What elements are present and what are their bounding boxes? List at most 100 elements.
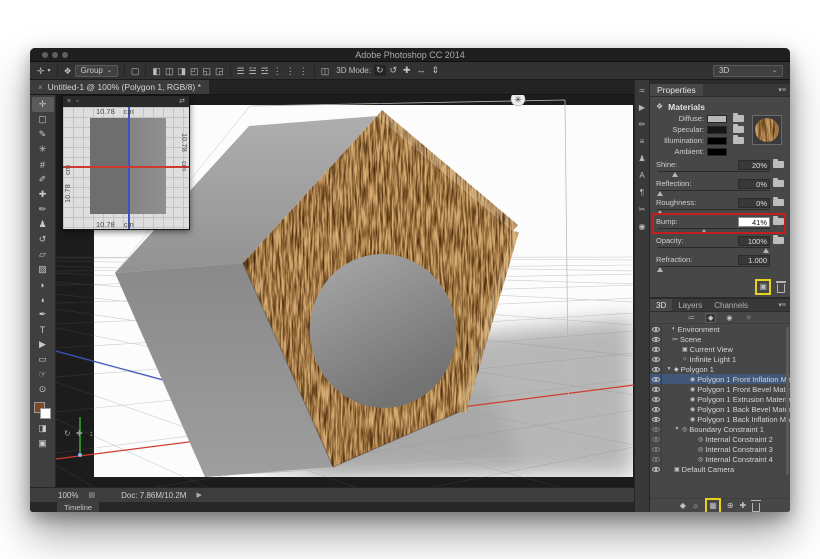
gradient-tool[interactable]: ▧ bbox=[32, 262, 54, 277]
lasso-tool[interactable]: ✎ bbox=[32, 127, 54, 142]
slider-track[interactable] bbox=[658, 228, 770, 234]
eyedropper-tool[interactable]: ✐ bbox=[32, 172, 54, 187]
history-brush-tool[interactable]: ↺ bbox=[32, 232, 54, 247]
visibility-eye-icon[interactable] bbox=[651, 346, 660, 352]
distribute-left-icon[interactable]: ⋮ bbox=[273, 65, 282, 77]
texture-folder-icon[interactable] bbox=[733, 135, 744, 144]
align-middle-icon[interactable]: ◱ bbox=[202, 65, 211, 77]
orbit-camera-icon[interactable]: ↻ bbox=[64, 429, 71, 438]
hand-tool[interactable]: ☞ bbox=[32, 367, 54, 382]
expander-icon[interactable]: ▼ bbox=[674, 426, 680, 432]
filter-meshes-icon[interactable]: ◆ bbox=[705, 312, 717, 323]
color-swatch[interactable] bbox=[707, 125, 727, 134]
layer-row[interactable]: ◉ Polygon 1 Front Bevel Material bbox=[650, 384, 790, 394]
swap-view-icon[interactable]: ⇄ bbox=[179, 96, 185, 107]
visibility-eye-icon[interactable] bbox=[651, 366, 660, 372]
visibility-eye-icon[interactable] bbox=[651, 406, 660, 412]
slider-thumb[interactable] bbox=[671, 172, 678, 177]
texture-folder-icon[interactable] bbox=[773, 235, 784, 244]
slider-value[interactable]: 20% bbox=[738, 159, 770, 170]
slider-thumb[interactable] bbox=[657, 210, 664, 215]
slide-3d-mode-icon[interactable]: ↔ bbox=[415, 65, 428, 76]
expander-icon[interactable]: ▼ bbox=[666, 366, 672, 372]
tab-properties[interactable]: Properties bbox=[650, 84, 703, 96]
layer-row[interactable]: ◉ Polygon 1 Back Inflation Mat... bbox=[650, 414, 790, 424]
delete-icon[interactable] bbox=[751, 499, 762, 512]
zoom-tool[interactable]: ⊙ bbox=[32, 382, 54, 397]
layer-row[interactable]: ☼ Infinite Light 1 bbox=[650, 354, 790, 364]
visibility-eye-icon[interactable] bbox=[651, 416, 660, 422]
drag-3d-mode-icon[interactable]: ✚ bbox=[401, 65, 413, 76]
slider-value[interactable]: 0% bbox=[738, 197, 770, 208]
align-right-icon[interactable]: ◨ bbox=[177, 65, 186, 77]
texture-folder-icon[interactable] bbox=[773, 216, 784, 225]
tab-channels[interactable]: Channels bbox=[708, 299, 754, 311]
path-selection-tool[interactable]: ▶ bbox=[32, 337, 54, 352]
healing-brush-tool[interactable]: ✚ bbox=[32, 187, 54, 202]
layer-row[interactable]: ◉ Polygon 1 Front Infl­ation Ma... bbox=[650, 374, 790, 384]
layer-row[interactable]: ◎ Internal Constraint 2 bbox=[650, 434, 790, 444]
color-swatch[interactable] bbox=[707, 147, 727, 156]
slider-track[interactable] bbox=[657, 266, 770, 272]
zoom-level-field[interactable]: 100% bbox=[58, 491, 78, 500]
layer-row[interactable]: ◎ Internal Constraint 4 bbox=[650, 454, 790, 464]
layer-row[interactable]: ◐ Environment bbox=[650, 324, 790, 334]
tab-3d[interactable]: 3D bbox=[650, 299, 673, 311]
layer-row[interactable]: ◎ Internal Constraint 3 bbox=[650, 444, 790, 454]
clone-source-panel-icon[interactable]: ♟ bbox=[638, 154, 645, 164]
move-tool[interactable]: ✛ bbox=[31, 97, 54, 112]
rotate-3d-mode-icon[interactable]: ↻ bbox=[373, 65, 386, 76]
tool-preset-arrow-icon[interactable]: ▾ bbox=[48, 65, 51, 77]
filter-materials-icon[interactable]: ◉ bbox=[723, 313, 735, 323]
slider-thumb[interactable] bbox=[657, 191, 664, 196]
material-preview[interactable] bbox=[752, 115, 782, 145]
zoom-window-button[interactable] bbox=[62, 52, 68, 58]
eraser-tool[interactable]: ▱ bbox=[32, 247, 54, 262]
color-swatch[interactable] bbox=[707, 136, 727, 145]
texture-folder-icon[interactable] bbox=[733, 124, 744, 133]
shape-tool[interactable]: ▭ bbox=[32, 352, 54, 367]
distribute-middle-icon[interactable]: ☱ bbox=[249, 65, 257, 77]
new-item-icon[interactable]: ✚ bbox=[740, 501, 747, 511]
panel-menu-icon[interactable]: ▾≡ bbox=[778, 301, 790, 309]
texture-folder-icon[interactable] bbox=[773, 159, 784, 168]
info-panel-icon[interactable]: ≍ bbox=[639, 86, 646, 96]
close-icon[interactable]: × bbox=[67, 96, 71, 107]
blur-tool[interactable]: ◗ bbox=[32, 277, 54, 292]
distribute-center-icon[interactable]: ⋮ bbox=[286, 65, 295, 77]
visibility-eye-icon[interactable] bbox=[651, 356, 660, 362]
brush-panel-icon[interactable]: ✏ bbox=[639, 120, 646, 130]
type-tool[interactable]: T bbox=[32, 322, 54, 337]
visibility-eye-icon[interactable] bbox=[651, 376, 660, 382]
character-panel-icon[interactable]: A bbox=[639, 171, 644, 181]
paragraph-panel-icon[interactable]: ¶ bbox=[640, 188, 644, 198]
marquee-tool[interactable]: ▢ bbox=[32, 112, 54, 127]
dodge-tool[interactable]: ◖ bbox=[32, 292, 54, 307]
layer-row[interactable]: ▣ Default Camera bbox=[650, 464, 790, 474]
export-icon[interactable]: ▤ bbox=[88, 491, 95, 499]
visibility-eye-icon[interactable] bbox=[651, 386, 660, 392]
distribute-right-icon[interactable]: ⋮ bbox=[299, 65, 308, 77]
clone-stamp-tool[interactable]: ♟ bbox=[32, 217, 54, 232]
visibility-eye-icon[interactable] bbox=[651, 326, 660, 332]
adjustments-panel-icon[interactable]: ≡ bbox=[640, 137, 645, 147]
filter-scene-icon[interactable]: ≔ bbox=[685, 313, 698, 323]
close-window-button[interactable] bbox=[42, 52, 48, 58]
roll-3d-mode-icon[interactable]: ↺ bbox=[388, 65, 400, 76]
minimize-window-button[interactable] bbox=[52, 52, 58, 58]
brush-tool[interactable]: ✏ bbox=[32, 202, 54, 217]
slider-thumb[interactable] bbox=[657, 267, 664, 272]
crop-tool[interactable]: # bbox=[32, 157, 54, 172]
add-mesh-icon[interactable]: ◆ bbox=[680, 501, 686, 511]
texture-folder-icon[interactable] bbox=[773, 197, 784, 206]
pen-tool[interactable]: ✒ bbox=[32, 307, 54, 322]
add-constraint-icon[interactable]: ⊕ bbox=[727, 501, 734, 511]
layer-row[interactable]: ◉ Polygon 1 Back Bevel Material bbox=[650, 404, 790, 414]
slider-value[interactable]: 100% bbox=[738, 235, 770, 246]
filter-lights-icon[interactable]: ☼ bbox=[743, 313, 755, 322]
align-top-icon[interactable]: ◰ bbox=[190, 65, 199, 77]
layer-row[interactable]: ▣ Current View bbox=[650, 344, 790, 354]
visibility-eye-icon[interactable] bbox=[651, 396, 660, 402]
align-center-h-icon[interactable]: ◫ bbox=[165, 65, 174, 77]
styles-panel-icon[interactable]: ◉ bbox=[639, 222, 646, 232]
